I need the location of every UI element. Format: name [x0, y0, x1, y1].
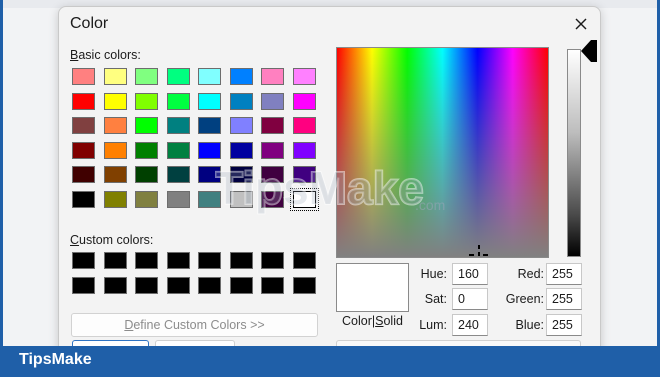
tipsmake-watermark: TipsMake TipsMake .com [215, 161, 445, 215]
color-preview [336, 263, 409, 312]
basic-color-swatch[interactable] [103, 68, 127, 85]
basic-color-swatch[interactable] [103, 141, 127, 159]
basic-color-swatch[interactable] [135, 117, 158, 134]
custom-color-swatch[interactable] [103, 252, 127, 269]
luminance-slider[interactable] [567, 49, 581, 257]
svg-text:.com: .com [415, 197, 445, 213]
basic-color-swatch[interactable] [198, 92, 221, 110]
custom-color-swatch[interactable] [292, 276, 316, 294]
custom-colors-label: Custom colors: [70, 233, 154, 247]
basic-color-swatch[interactable] [166, 117, 190, 134]
hue-label: Hue: [420, 267, 447, 281]
basic-color-swatch[interactable] [103, 190, 127, 208]
custom-color-swatch[interactable] [261, 276, 284, 294]
luminance-arrow-icon[interactable] [581, 40, 597, 62]
dialog-title: Color [70, 15, 109, 32]
basic-color-swatch[interactable] [229, 68, 253, 85]
custom-color-swatch[interactable] [72, 252, 95, 269]
basic-color-swatch[interactable] [292, 117, 316, 134]
basic-color-swatch[interactable] [166, 92, 190, 110]
custom-color-swatch[interactable] [135, 276, 158, 294]
basic-color-swatch[interactable] [261, 141, 284, 159]
footer-bar: TipsMake [0, 346, 660, 377]
basic-color-swatch[interactable] [261, 117, 284, 134]
basic-color-swatch[interactable] [166, 190, 190, 208]
basic-color-swatch[interactable] [135, 141, 158, 159]
custom-color-swatch[interactable] [72, 276, 95, 294]
basic-color-swatch[interactable] [72, 117, 95, 134]
basic-color-swatch[interactable] [135, 68, 158, 85]
basic-color-swatch[interactable] [72, 68, 95, 85]
frame-left-edge [0, 0, 3, 346]
svg-text:TipsMake: TipsMake [215, 162, 424, 214]
sat-field[interactable]: 0 [452, 288, 488, 310]
crosshair-icon [469, 245, 488, 256]
basic-color-swatch[interactable] [135, 92, 158, 110]
basic-color-swatch[interactable] [198, 141, 221, 159]
custom-color-swatch[interactable] [198, 276, 221, 294]
footer-brand: TipsMake [19, 351, 92, 368]
red-label: Red: [517, 267, 544, 281]
custom-color-swatch[interactable] [166, 252, 190, 269]
custom-color-swatch[interactable] [166, 276, 190, 294]
color-spectrum[interactable] [336, 47, 549, 258]
custom-color-swatch[interactable] [261, 252, 284, 269]
basic-colors-label: Basic colors: [70, 48, 141, 62]
custom-color-swatch[interactable] [292, 252, 316, 269]
lum-label: Lum: [419, 318, 447, 332]
custom-color-swatch[interactable] [198, 252, 221, 269]
basic-color-swatch[interactable] [72, 190, 95, 208]
red-field[interactable]: 255 [546, 263, 582, 285]
custom-color-swatch[interactable] [103, 276, 127, 294]
sat-label: Sat: [424, 292, 447, 306]
basic-color-swatch[interactable] [229, 117, 253, 134]
custom-colors-grid [72, 252, 324, 301]
basic-color-swatch[interactable] [166, 166, 190, 183]
custom-color-swatch[interactable] [135, 252, 158, 269]
green-label: Green: [505, 292, 544, 306]
basic-color-swatch[interactable] [229, 141, 253, 159]
green-field[interactable]: 255 [546, 288, 582, 310]
basic-color-swatch[interactable] [72, 166, 95, 183]
basic-color-swatch[interactable] [292, 141, 316, 159]
basic-color-swatch[interactable] [166, 141, 190, 159]
hue-field[interactable]: 160 [452, 263, 488, 285]
basic-color-swatch[interactable] [103, 166, 127, 183]
basic-color-swatch[interactable] [135, 166, 158, 183]
blue-field[interactable]: 255 [546, 314, 582, 336]
basic-color-swatch[interactable] [229, 92, 253, 110]
basic-color-swatch[interactable] [135, 190, 158, 208]
basic-color-swatch[interactable] [261, 92, 284, 110]
basic-color-swatch[interactable] [292, 92, 316, 110]
close-icon[interactable] [569, 13, 593, 35]
basic-color-swatch[interactable] [261, 68, 284, 85]
basic-color-swatch[interactable] [103, 92, 127, 110]
custom-color-swatch[interactable] [229, 276, 253, 294]
basic-color-swatch[interactable] [72, 92, 95, 110]
basic-color-swatch[interactable] [292, 68, 316, 85]
basic-color-swatch[interactable] [72, 141, 95, 159]
color-solid-label: Color|Solid [342, 314, 403, 328]
blue-label: Blue: [515, 318, 545, 332]
basic-color-swatch[interactable] [103, 117, 127, 134]
basic-color-swatch[interactable] [198, 117, 221, 134]
custom-color-swatch[interactable] [229, 252, 253, 269]
basic-color-swatch[interactable] [166, 68, 190, 85]
basic-color-swatch[interactable] [198, 68, 221, 85]
lum-field[interactable]: 240 [452, 314, 488, 336]
define-custom-colors-button[interactable]: Define Custom Colors >> [71, 313, 318, 337]
